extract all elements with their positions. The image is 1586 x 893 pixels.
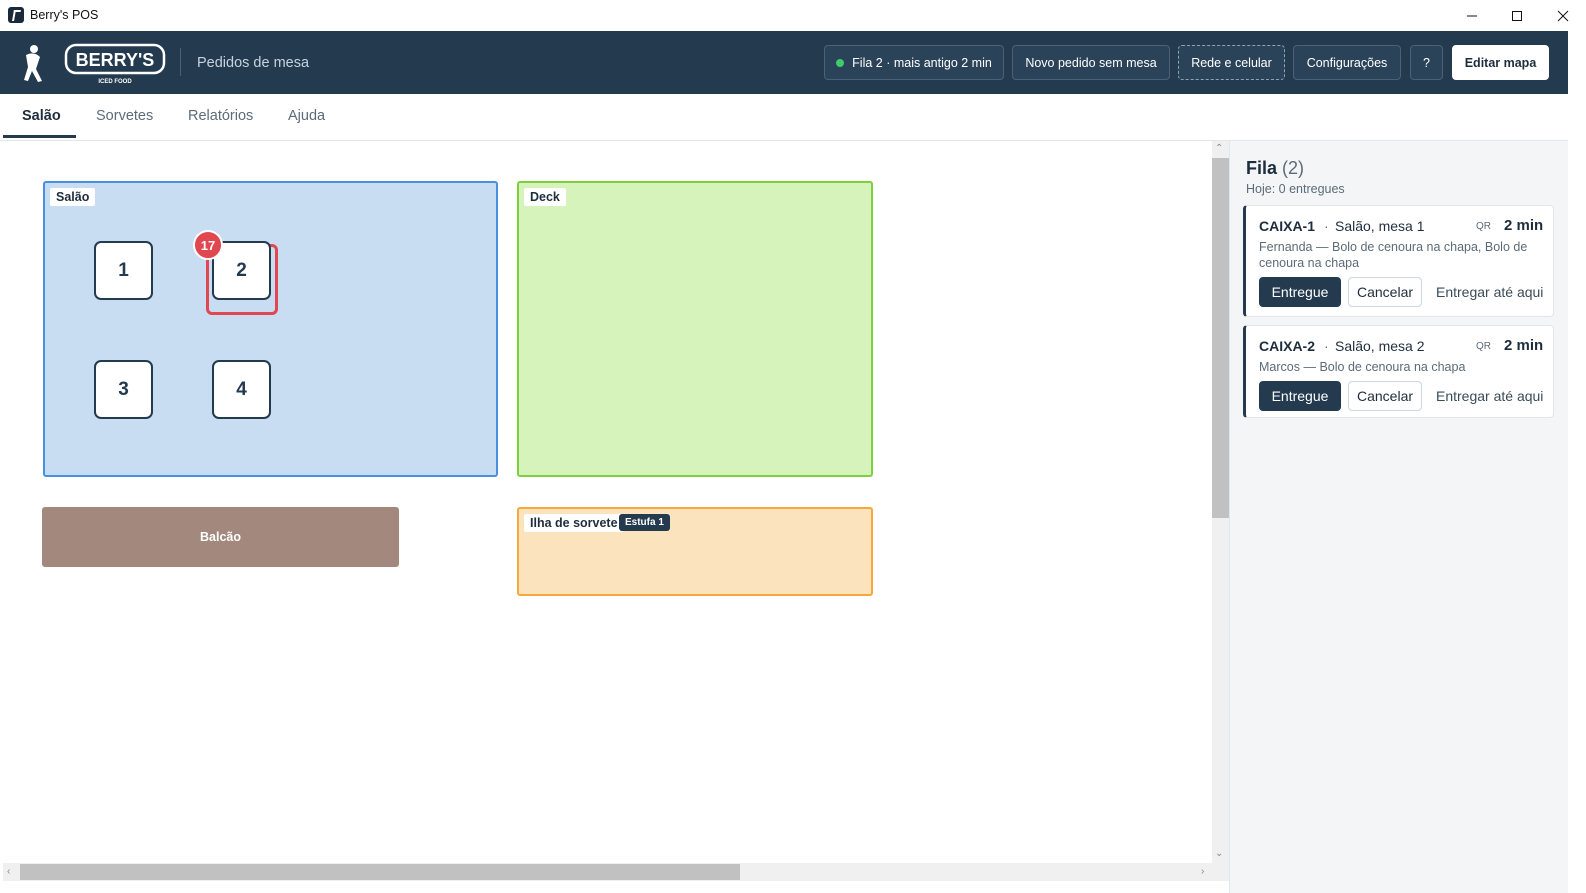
delivered-button[interactable]: Entregue	[1259, 277, 1341, 307]
table-1[interactable]: 1	[94, 241, 153, 300]
cancel-button[interactable]: Cancelar	[1348, 277, 1422, 307]
order-id: CAIXA-2	[1259, 338, 1316, 354]
tab-ajuda[interactable]: Ajuda	[288, 108, 325, 124]
window-titlebar: Berry's POS	[0, 0, 1586, 31]
status-dot-icon	[836, 58, 845, 67]
queue-today-summary: Hoje: 0 entregues	[1246, 182, 1345, 196]
app-header: BERRY'S ICED FOOD Pedidos de mesa Fila 2…	[0, 31, 1568, 94]
table-3[interactable]: 3	[94, 360, 153, 419]
floor-map[interactable]: Salão 1 2 17 3 4 Deck Balcão Ilha de sor…	[3, 141, 1212, 863]
order-description: Fernanda — Bolo de cenoura na chapa, Bol…	[1259, 239, 1549, 271]
tab-salao[interactable]: Salão	[22, 108, 61, 124]
scroll-right-icon[interactable]: ›	[1201, 866, 1204, 877]
app-icon	[8, 7, 24, 23]
zone-salao[interactable]: Salão 1 2 17 3 4	[43, 181, 498, 477]
deliver-up-to-here-button[interactable]: Entregar até aqui	[1436, 284, 1543, 300]
order-elapsed-time: 2 min	[1504, 217, 1544, 234]
separator: ·	[1324, 218, 1329, 234]
order-customer: Marcos	[1259, 360, 1300, 374]
window-title: Berry's POS	[30, 8, 99, 22]
berrys-logo: BERRY'S ICED FOOD	[24, 43, 166, 85]
delivered-button[interactable]: Entregue	[1259, 381, 1341, 411]
active-tab-indicator	[3, 135, 76, 138]
order-items: Bolo de cenoura na chapa	[1319, 360, 1466, 374]
zone-label: Ilha de sorvete	[524, 514, 624, 532]
zone-ilha-de-sorvete[interactable]: Ilha de sorvete Estufa 1	[517, 507, 873, 596]
queue-status-button[interactable]: Fila 2 · mais antigo 2 min	[824, 45, 1004, 80]
queue-panel: Fila (2) Hoje: 0 entregues CAIXA-1 · Sal…	[1229, 141, 1568, 893]
header-divider	[180, 48, 181, 76]
window-edge	[1568, 31, 1586, 893]
separator: ·	[1324, 338, 1329, 354]
zone-deck[interactable]: Deck	[517, 181, 873, 477]
cancel-button[interactable]: Cancelar	[1348, 381, 1422, 411]
minimize-icon	[1467, 15, 1477, 16]
queue-title-text: Fila	[1246, 158, 1278, 178]
close-button[interactable]	[1540, 0, 1586, 31]
order-card: CAIXA-2 · Salão, mesa 2 QR 2 min Marcos …	[1243, 325, 1554, 418]
map-vertical-scroll-thumb[interactable]	[1212, 158, 1229, 518]
deliver-up-to-here-button[interactable]: Entregar até aqui	[1436, 388, 1543, 404]
table-4[interactable]: 4	[212, 360, 271, 419]
settings-button[interactable]: Configurações	[1293, 45, 1401, 80]
dash: —	[1303, 360, 1316, 374]
order-location: Salão, mesa 1	[1335, 218, 1425, 234]
scroll-down-icon[interactable]: ⌄	[1215, 848, 1223, 859]
order-customer: Fernanda	[1259, 240, 1313, 254]
maximize-icon	[1512, 10, 1522, 21]
table-order-badge: 17	[193, 230, 223, 260]
minimize-button[interactable]	[1449, 0, 1495, 31]
order-source: QR	[1476, 221, 1491, 232]
new-order-button[interactable]: Novo pedido sem mesa	[1012, 45, 1170, 80]
freezer-chip[interactable]: Estufa 1	[619, 514, 670, 531]
order-description: Marcos — Bolo de cenoura na chapa	[1259, 359, 1549, 375]
queue-title: Fila (2)	[1246, 158, 1304, 179]
scroll-left-icon[interactable]: ‹	[7, 866, 10, 877]
zone-balcao[interactable]: Balcão	[42, 507, 399, 567]
order-id: CAIXA-1	[1259, 218, 1316, 234]
map-horizontal-scroll-thumb[interactable]	[20, 864, 740, 880]
help-button[interactable]: ?	[1410, 45, 1443, 80]
zone-label: Deck	[524, 188, 566, 206]
logo-text: BERRY'S	[76, 50, 155, 70]
dash: —	[1316, 240, 1329, 254]
tab-bar: Salão Sorvetes Relatórios Ajuda	[0, 94, 1568, 141]
order-card: CAIXA-1 · Salão, mesa 1 QR 2 min Fernand…	[1243, 205, 1554, 317]
order-elapsed-time: 2 min	[1504, 337, 1544, 354]
zone-label: Salão	[50, 188, 96, 206]
tab-relatorios[interactable]: Relatórios	[188, 108, 253, 124]
close-icon	[1557, 10, 1569, 21]
scroll-up-icon[interactable]: ⌃	[1215, 143, 1223, 154]
queue-count: (2)	[1282, 158, 1305, 178]
queue-status-label: Fila 2 · mais antigo 2 min	[852, 55, 992, 70]
order-source: QR	[1476, 341, 1491, 352]
header-subtitle: Pedidos de mesa	[197, 55, 310, 71]
tab-sorvetes[interactable]: Sorvetes	[96, 108, 153, 124]
zone-label: Balcão	[200, 530, 241, 544]
edit-map-button[interactable]: Editar mapa	[1452, 45, 1549, 80]
order-location: Salão, mesa 2	[1335, 338, 1425, 354]
network-button[interactable]: Rede e celular	[1178, 45, 1285, 80]
maximize-button[interactable]	[1494, 0, 1540, 31]
logo-tagline: ICED FOOD	[98, 79, 132, 85]
